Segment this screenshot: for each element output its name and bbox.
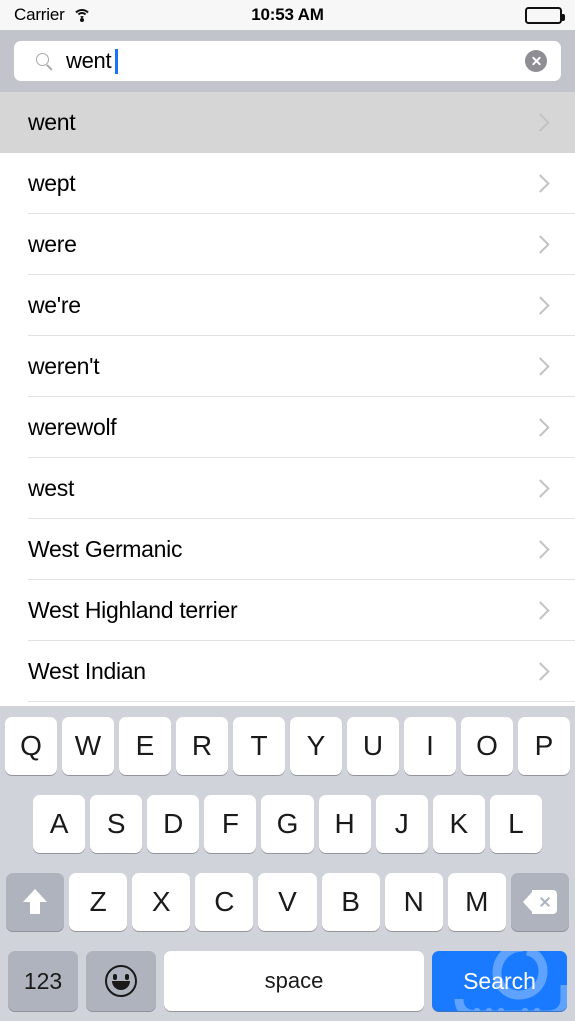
key-c[interactable]: C	[195, 873, 254, 931]
keyboard-row-2: A S D F G H J K L	[0, 785, 575, 863]
list-item[interactable]: went	[0, 92, 575, 153]
key-j[interactable]: J	[375, 795, 428, 853]
key-l[interactable]: L	[489, 795, 542, 853]
chevron-right-icon	[531, 479, 550, 498]
list-item-label: West Germanic	[28, 536, 183, 562]
search-bar: went	[0, 30, 575, 92]
list-item[interactable]: West Highland terrier	[0, 580, 575, 641]
keyboard-row-3: Z X C V B N M	[0, 863, 575, 941]
emoji-key[interactable]	[86, 951, 156, 1011]
search-results-list[interactable]: went wept were we're weren't werewolf we…	[0, 92, 575, 706]
list-item[interactable]: weren't	[0, 336, 575, 397]
list-item[interactable]: werewolf	[0, 397, 575, 458]
list-item[interactable]: West Indian	[0, 641, 575, 702]
chevron-right-icon	[531, 601, 550, 620]
key-r[interactable]: R	[176, 716, 228, 775]
key-q[interactable]: Q	[5, 716, 57, 775]
key-x[interactable]: X	[132, 873, 191, 931]
list-item-label: west	[28, 475, 75, 501]
chevron-right-icon	[531, 296, 550, 315]
list-item-label: were	[28, 231, 77, 257]
chevron-right-icon	[531, 174, 550, 193]
keyboard-row-1: Q W E R T Y U I O P	[0, 706, 575, 785]
list-item-label: we're	[28, 292, 81, 318]
list-item-label: weren't	[28, 353, 100, 379]
chevron-right-icon	[531, 235, 550, 254]
search-key[interactable]: Search	[432, 951, 567, 1011]
emoji-smiley-icon	[105, 965, 137, 997]
chevron-right-icon	[531, 540, 550, 559]
keyboard-row-4: 123 space Search	[0, 941, 575, 1021]
key-a[interactable]: A	[33, 795, 86, 853]
virtual-keyboard[interactable]: Q W E R T Y U I O P A S D F G H J K L Z …	[0, 706, 575, 1021]
search-input[interactable]: went	[14, 41, 561, 81]
battery-full-icon	[525, 6, 565, 24]
key-v[interactable]: V	[258, 873, 317, 931]
app-screen: Carrier 10:53 AM went went wept were we'…	[0, 0, 575, 1021]
key-f[interactable]: F	[204, 795, 257, 853]
list-item[interactable]: were	[0, 214, 575, 275]
list-item-label: wept	[28, 170, 76, 196]
list-item[interactable]: wept	[0, 153, 575, 214]
clear-text-icon[interactable]	[525, 50, 547, 72]
key-p[interactable]: P	[518, 716, 570, 775]
key-t[interactable]: T	[233, 716, 285, 775]
key-y[interactable]: Y	[290, 716, 342, 775]
list-item-label: went	[28, 109, 76, 135]
shift-key[interactable]	[6, 873, 65, 931]
list-item[interactable]: we're	[0, 275, 575, 336]
key-e[interactable]: E	[119, 716, 171, 775]
search-key-label: Search	[463, 967, 536, 994]
key-i[interactable]: I	[404, 716, 456, 775]
numbers-key[interactable]: 123	[8, 951, 78, 1011]
chevron-right-icon	[531, 418, 550, 437]
key-n[interactable]: N	[384, 873, 443, 931]
list-item-label: West Indian	[28, 658, 146, 684]
key-m[interactable]: M	[447, 873, 506, 931]
key-h[interactable]: H	[318, 795, 371, 853]
key-w[interactable]: W	[62, 716, 114, 775]
key-k[interactable]: K	[432, 795, 485, 853]
backspace-delete-icon	[522, 890, 557, 914]
status-bar: Carrier 10:53 AM	[0, 0, 575, 30]
space-key[interactable]: space	[164, 951, 424, 1011]
status-bar-clock: 10:53 AM	[251, 5, 324, 24]
search-icon	[36, 52, 53, 70]
list-item-label: werewolf	[28, 414, 117, 440]
text-caret	[115, 49, 118, 74]
search-input-value: went	[66, 48, 112, 73]
chevron-right-icon	[531, 662, 550, 681]
key-d[interactable]: D	[147, 795, 200, 853]
shift-up-arrow-icon	[23, 889, 48, 915]
key-b[interactable]: B	[321, 873, 380, 931]
list-item[interactable]: West Germanic	[0, 519, 575, 580]
key-g[interactable]: G	[261, 795, 314, 853]
status-bar-right	[525, 6, 565, 24]
list-item-label: West Highland terrier	[28, 597, 238, 623]
list-item[interactable]: west	[0, 458, 575, 519]
key-s[interactable]: S	[90, 795, 143, 853]
key-u[interactable]: U	[347, 716, 399, 775]
key-o[interactable]: O	[461, 716, 513, 775]
chevron-right-icon	[531, 113, 550, 132]
delete-key[interactable]	[510, 873, 569, 931]
key-z[interactable]: Z	[69, 873, 128, 931]
chevron-right-icon	[531, 357, 550, 376]
